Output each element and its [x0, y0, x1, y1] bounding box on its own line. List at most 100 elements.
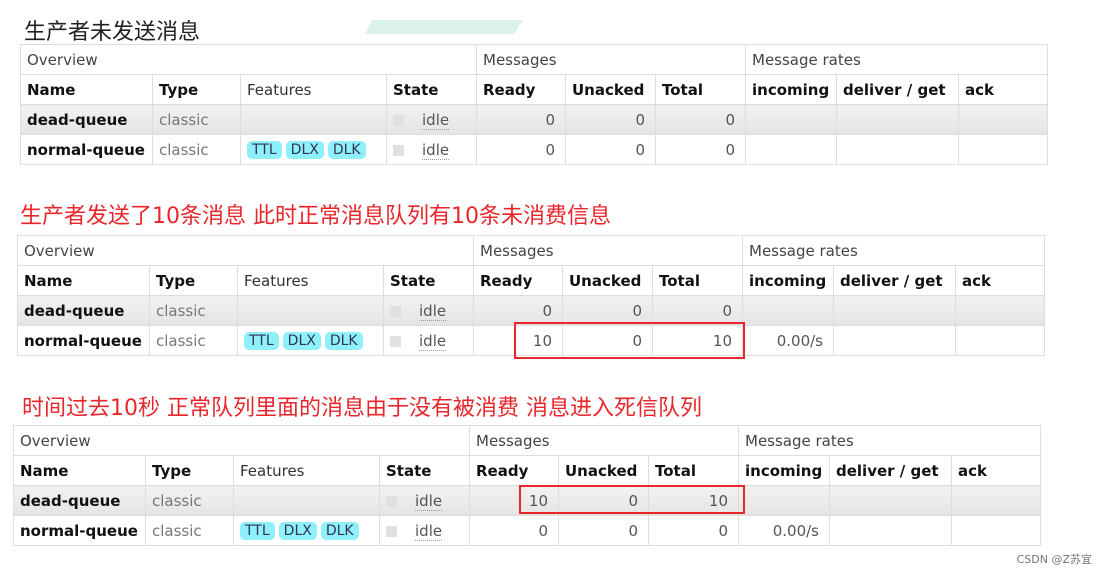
- table-row: dead-queue classic idle 0 0 0: [20, 104, 1048, 135]
- deliver_get-cell: [829, 515, 952, 546]
- table-row: normal-queue classic TTL DLX DLK idle 0 0 0 0.00/…: [13, 515, 1041, 546]
- column-header[interactable]: ack: [951, 455, 1041, 486]
- incoming-cell: 0.00/s: [738, 515, 830, 546]
- state-text: idle: [419, 301, 447, 321]
- column-header[interactable]: Type: [145, 455, 234, 486]
- queue-name-link[interactable]: normal-queue: [17, 325, 150, 356]
- column-header[interactable]: Ready: [473, 265, 563, 296]
- column-header[interactable]: State: [386, 74, 477, 105]
- queue-name-link[interactable]: dead-queue: [13, 485, 146, 516]
- deliver_get-cell: [836, 134, 959, 165]
- ready-cell: 0: [476, 134, 566, 165]
- column-header[interactable]: Ready: [476, 74, 566, 105]
- ready-cell: 0: [473, 295, 563, 326]
- column-header[interactable]: deliver / get: [836, 74, 959, 105]
- features-cell: [240, 104, 387, 135]
- group-overview: Overview: [17, 235, 474, 266]
- table-row: dead-queue classic idle 0 0 0: [17, 295, 1045, 326]
- group-overview: Overview: [13, 425, 470, 456]
- highlight-box-dead-queue: [519, 485, 745, 514]
- feature-badge[interactable]: TTL: [244, 332, 279, 350]
- ready-cell: 0: [469, 515, 559, 546]
- column-header[interactable]: Type: [152, 74, 241, 105]
- column-header[interactable]: Features: [237, 265, 384, 296]
- feature-badge[interactable]: TTL: [240, 522, 275, 540]
- column-header[interactable]: State: [383, 265, 474, 296]
- deliver_get-cell: [833, 295, 956, 326]
- column-header[interactable]: Features: [233, 455, 380, 486]
- state-indicator-icon: [393, 114, 404, 126]
- state-cell: idle: [379, 485, 470, 516]
- unacked-cell: 0: [565, 134, 656, 165]
- feature-badge[interactable]: DLK: [320, 522, 359, 540]
- group-message-rates: Message rates: [745, 44, 1048, 75]
- column-header[interactable]: Unacked: [562, 265, 653, 296]
- feature-badge[interactable]: DLK: [327, 141, 366, 159]
- section-title-3: 时间过去10秒 正常队列里面的消息由于没有被消费 消息进入死信队列: [22, 396, 702, 421]
- column-header[interactable]: Total: [648, 455, 739, 486]
- ack-cell: [951, 485, 1041, 516]
- queue-name-link[interactable]: normal-queue: [20, 134, 153, 165]
- queue-name-link[interactable]: dead-queue: [20, 104, 153, 135]
- column-header[interactable]: ack: [955, 265, 1045, 296]
- feature-badge[interactable]: DLX: [282, 332, 321, 350]
- column-header[interactable]: Name: [20, 74, 153, 105]
- column-header[interactable]: deliver / get: [829, 455, 952, 486]
- features-cell: TTL DLX DLK: [233, 515, 380, 546]
- total-cell: 0: [655, 134, 746, 165]
- column-header[interactable]: Name: [13, 455, 146, 486]
- queue-type: classic: [152, 104, 241, 135]
- deliver_get-cell: [833, 325, 956, 356]
- queue-type: classic: [149, 295, 238, 326]
- state-indicator-icon: [390, 305, 401, 317]
- ack-cell: [951, 515, 1041, 546]
- incoming-cell: [745, 104, 837, 135]
- column-header[interactable]: ack: [958, 74, 1048, 105]
- feature-badge[interactable]: DLK: [324, 332, 363, 350]
- state-text: idle: [415, 521, 443, 541]
- table-row: normal-queue classic TTL DLX DLK idle 0 0 0: [20, 134, 1048, 165]
- column-header[interactable]: deliver / get: [833, 265, 956, 296]
- ready-cell: 0: [476, 104, 566, 135]
- total-cell: 0: [652, 295, 743, 326]
- column-header[interactable]: Total: [652, 265, 743, 296]
- state-cell: idle: [383, 325, 474, 356]
- state-cell: idle: [379, 515, 470, 546]
- column-header[interactable]: State: [379, 455, 470, 486]
- section-title-1: 生产者未发送消息: [24, 20, 201, 45]
- total-cell: 0: [648, 515, 739, 546]
- column-header[interactable]: incoming: [745, 74, 837, 105]
- state-indicator-icon: [386, 525, 397, 537]
- column-header[interactable]: incoming: [738, 455, 830, 486]
- ack-cell: [955, 295, 1045, 326]
- column-header[interactable]: Unacked: [565, 74, 656, 105]
- queue-type: classic: [149, 325, 238, 356]
- column-header[interactable]: Unacked: [558, 455, 649, 486]
- state-indicator-icon: [390, 335, 401, 347]
- deliver_get-cell: [836, 104, 959, 135]
- queue-type: classic: [145, 515, 234, 546]
- ack-cell: [958, 104, 1048, 135]
- incoming-cell: [742, 295, 834, 326]
- queue-name-link[interactable]: dead-queue: [17, 295, 150, 326]
- feature-badge[interactable]: DLX: [278, 522, 317, 540]
- group-message-rates: Message rates: [738, 425, 1041, 456]
- feature-badge[interactable]: TTL: [247, 141, 282, 159]
- incoming-cell: [745, 134, 837, 165]
- column-header[interactable]: Type: [149, 265, 238, 296]
- feature-badge[interactable]: DLX: [285, 141, 324, 159]
- incoming-cell: [738, 485, 830, 516]
- queue-type: classic: [152, 134, 241, 165]
- section-title-2: 生产者发送了10条消息 此时正常消息队列有10条未消费信息: [20, 204, 611, 229]
- column-header[interactable]: Name: [17, 265, 150, 296]
- column-header[interactable]: incoming: [742, 265, 834, 296]
- state-text: idle: [419, 331, 447, 351]
- queue-name-link[interactable]: normal-queue: [13, 515, 146, 546]
- queues-table: Overview Messages Message rates Name Type Fea…: [20, 44, 1048, 165]
- column-header[interactable]: Total: [655, 74, 746, 105]
- column-header[interactable]: Features: [240, 74, 387, 105]
- unacked-cell: 0: [558, 515, 649, 546]
- deliver_get-cell: [829, 485, 952, 516]
- column-header[interactable]: Ready: [469, 455, 559, 486]
- ack-cell: [958, 134, 1048, 165]
